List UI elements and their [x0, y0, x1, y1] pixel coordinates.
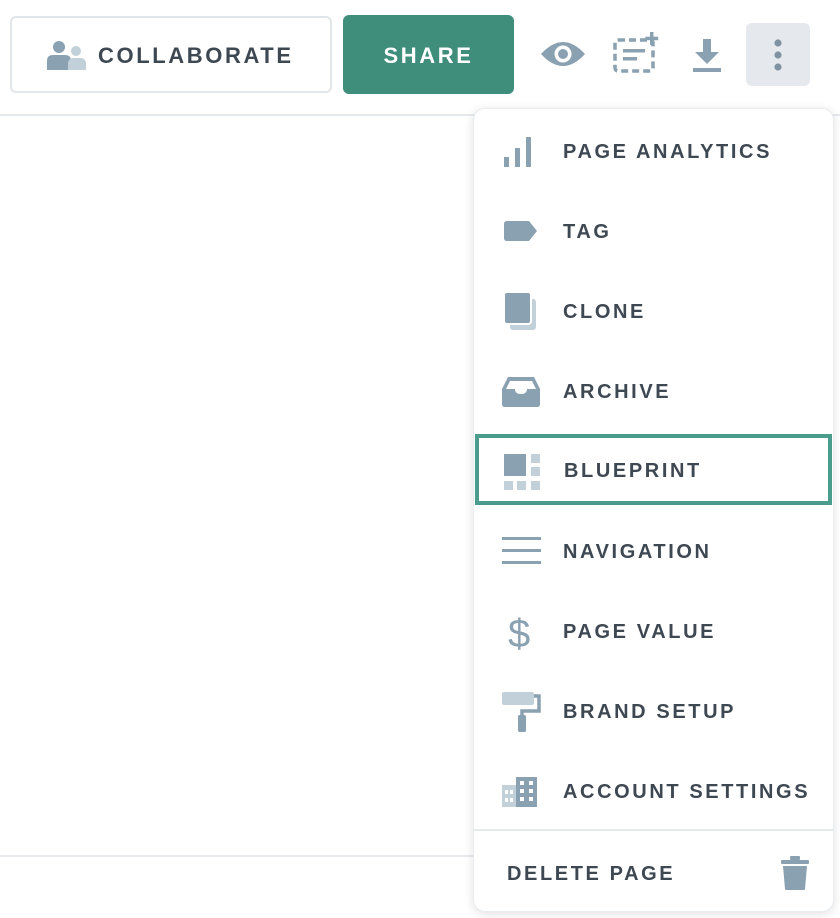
menu-item-account-settings[interactable]: ACCOUNT SETTINGS [474, 751, 833, 831]
content-divider [0, 855, 474, 857]
collaborate-button[interactable]: COLLABORATE [10, 16, 332, 93]
delete-page-label: DELETE PAGE [507, 863, 676, 885]
menu-item-label: PAGE VALUE [563, 621, 717, 643]
share-button[interactable]: SHARE [343, 15, 514, 94]
dollar-icon: $ [500, 611, 542, 653]
menu-item-label: NAVIGATION [563, 541, 712, 563]
menu-item-blueprint[interactable]: BLUEPRINT [475, 434, 832, 505]
menu-item-brand-setup[interactable]: BRAND SETUP [474, 671, 833, 751]
clone-icon [500, 291, 542, 333]
share-label: SHARE [383, 43, 474, 68]
bar-chart-icon [500, 131, 542, 173]
navigation-lines-icon [500, 531, 542, 573]
menu-item-navigation[interactable]: NAVIGATION [474, 511, 833, 591]
svg-text:$: $ [508, 612, 530, 653]
menu-item-page-analytics[interactable]: PAGE ANALYTICS [474, 111, 833, 191]
menu-item-label: CLONE [563, 301, 646, 323]
menu-item-label: BRAND SETUP [563, 701, 737, 723]
download-icon[interactable] [692, 38, 722, 74]
paint-roller-icon [500, 691, 542, 733]
menu-item-page-value[interactable]: $ PAGE VALUE [474, 591, 833, 671]
menu-item-label: ARCHIVE [563, 381, 672, 403]
menu-item-delete-page[interactable]: DELETE PAGE [474, 831, 833, 911]
more-options-button[interactable] [746, 23, 810, 86]
menu-item-label: TAG [563, 221, 612, 243]
preview-eye-icon[interactable] [540, 38, 586, 70]
people-icon [46, 40, 88, 72]
menu-item-label: ACCOUNT SETTINGS [563, 781, 811, 803]
archive-icon [500, 371, 542, 413]
menu-item-label: BLUEPRINT [564, 460, 702, 482]
tag-icon [500, 211, 542, 253]
menu-item-tag[interactable]: TAG [474, 191, 833, 271]
menu-item-archive[interactable]: ARCHIVE [474, 351, 833, 431]
building-icon [500, 771, 542, 813]
blueprint-grid-icon [501, 451, 543, 493]
more-vertical-icon [773, 39, 783, 71]
collaborate-label: COLLABORATE [98, 43, 294, 68]
page-root: COLLABORATE SHARE PAGE ANALYTICS TAG CLO… [0, 0, 840, 918]
menu-item-clone[interactable]: CLONE [474, 271, 833, 351]
add-to-collection-icon[interactable] [612, 32, 660, 74]
menu-item-label: PAGE ANALYTICS [563, 141, 773, 163]
more-options-menu: PAGE ANALYTICS TAG CLONE ARCHIVE BLUEPRI… [473, 108, 834, 912]
trash-icon [780, 855, 810, 891]
